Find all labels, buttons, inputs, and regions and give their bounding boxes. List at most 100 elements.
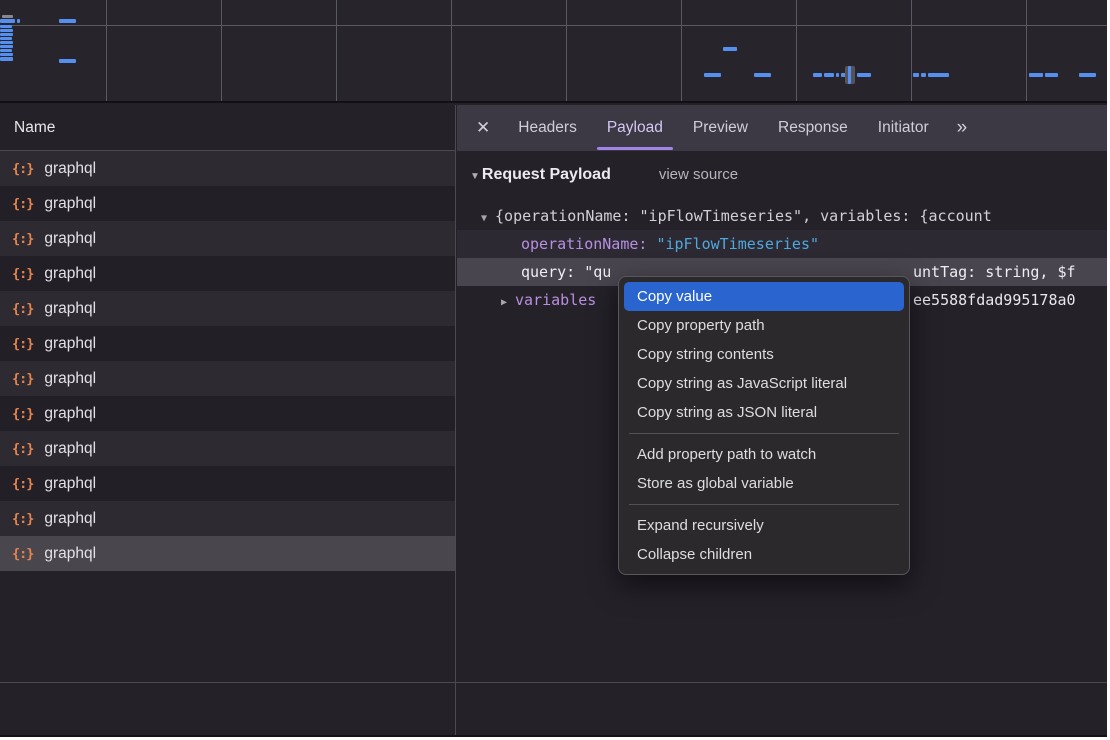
overview-request-bar — [928, 73, 949, 77]
request-row[interactable]: {:} graphql — [0, 326, 455, 361]
context-menu-item-copy-value[interactable]: Copy value — [624, 282, 904, 311]
request-name: graphql — [44, 405, 96, 423]
request-row[interactable]: {:}graphql — [0, 361, 455, 396]
json-braces-icon: {:} — [12, 161, 33, 177]
context-menu: Copy valueCopy property pathCopy string … — [618, 276, 910, 575]
json-braces-icon: {:} — [12, 476, 33, 492]
overview-request-bar — [1079, 73, 1096, 77]
overview-request-bar — [1045, 73, 1058, 77]
variables-right-fragment: ee5588fdad995178a0 — [913, 286, 1076, 314]
tab-payload[interactable]: Payload — [597, 107, 673, 150]
overview-request-bar — [17, 19, 20, 23]
json-braces-icon: {:} — [12, 336, 33, 352]
context-menu-item-collapse-children[interactable]: Collapse children — [624, 540, 904, 569]
request-payload-title: Request Payload — [482, 166, 611, 184]
overview-request-bar — [0, 33, 13, 36]
name-column-label: Name — [14, 119, 55, 137]
json-braces-icon: {:} — [12, 406, 33, 422]
request-row[interactable]: {:} graphql — [0, 466, 455, 501]
view-source-link[interactable]: view source — [659, 166, 738, 183]
request-name: graphql — [44, 510, 96, 528]
close-pane-button[interactable]: ✕ — [468, 118, 498, 138]
json-braces-icon: {:} — [12, 546, 33, 562]
context-menu-item-copy-property-path[interactable]: Copy property path — [624, 311, 904, 340]
property-key: operationName: — [521, 235, 647, 253]
overview-request-bar — [921, 73, 926, 77]
network-overview-timeline[interactable] — [0, 0, 1107, 103]
request-name: graphql — [44, 230, 96, 248]
json-braces-icon: {:} — [12, 301, 33, 317]
overview-request-bar — [0, 53, 13, 56]
overview-request-bar — [0, 37, 12, 40]
tab-preview[interactable]: Preview — [683, 107, 758, 150]
request-row[interactable]: {:} graphql — [0, 536, 455, 571]
json-braces-icon: {:} — [12, 231, 33, 247]
query-right-fragment: untTag: string, $f — [913, 258, 1076, 286]
request-row[interactable]: {:}graphql — [0, 431, 455, 466]
request-row[interactable]: {:} graphql — [0, 291, 455, 326]
context-menu-item-expand-recursively[interactable]: Expand recursively — [624, 511, 904, 540]
context-menu-item-copy-string-as-json-literal[interactable]: Copy string as JSON literal — [624, 398, 904, 427]
request-row[interactable]: {:} graphql — [0, 221, 455, 256]
tab-initiator[interactable]: Initiator — [868, 107, 939, 150]
collapse-triangle-icon[interactable]: ▼ — [481, 213, 487, 224]
request-row[interactable]: {:}graphql — [0, 151, 455, 186]
request-name: graphql — [44, 370, 96, 388]
overview-request-bar — [0, 57, 13, 61]
request-payload-header: ▼ Request Payload view source — [457, 166, 1107, 193]
overview-gridline — [336, 0, 337, 101]
overview-gridline — [681, 0, 682, 101]
overview-gridline — [796, 0, 797, 101]
overview-gray-bar — [2, 15, 13, 18]
property-key: variables — [515, 291, 596, 309]
request-name: graphql — [44, 195, 96, 213]
request-name: graphql — [44, 300, 96, 318]
overview-request-bar — [824, 73, 834, 77]
overview-request-bar — [0, 49, 12, 52]
request-name: graphql — [44, 265, 96, 283]
request-row[interactable]: {:}graphql — [0, 501, 455, 536]
json-braces-icon: {:} — [12, 441, 33, 457]
request-name: graphql — [44, 335, 96, 353]
context-menu-item-add-property-path-to-watch[interactable]: Add property path to watch — [624, 440, 904, 469]
overview-request-bar — [1029, 73, 1043, 77]
overview-request-bar — [0, 45, 13, 48]
request-row[interactable]: {:} graphql — [0, 256, 455, 291]
json-braces-icon: {:} — [12, 266, 33, 282]
overview-gridline — [0, 25, 1107, 26]
context-menu-item-store-as-global-variable[interactable]: Store as global variable — [624, 469, 904, 498]
overview-request-bar — [704, 73, 721, 77]
payload-preview-text: {operationName: "ipFlowTimeseries", vari… — [495, 207, 992, 225]
context-menu-item-copy-string-contents[interactable]: Copy string contents — [624, 340, 904, 369]
overview-request-bar — [857, 73, 871, 77]
expand-triangle-icon[interactable]: ▶ — [501, 297, 507, 308]
overview-request-bar — [0, 29, 13, 32]
more-tabs-button[interactable]: » — [949, 117, 974, 139]
overview-request-bar — [813, 73, 822, 77]
request-row[interactable]: {:} graphql — [0, 396, 455, 431]
payload-row-operation-name[interactable]: operationName: "ipFlowTimeseries" — [457, 230, 1107, 258]
context-menu-separator — [629, 504, 899, 505]
overview-gridline — [1026, 0, 1027, 101]
query-left-fragment: query: "qu — [521, 263, 611, 281]
payload-preview-row[interactable]: ▼ {operationName: "ipFlowTimeseries", var… — [457, 202, 1107, 230]
overview-request-bar — [754, 73, 771, 77]
overview-hover-marker — [848, 66, 851, 84]
overview-request-bar — [59, 59, 76, 63]
overview-request-bar — [913, 73, 919, 77]
request-name: graphql — [44, 545, 96, 563]
overview-request-bar — [0, 19, 15, 23]
request-row[interactable]: {:}graphql — [0, 186, 455, 221]
panel-bottom-divider — [0, 682, 1107, 683]
property-value: "ipFlowTimeseries" — [656, 235, 819, 253]
tab-response[interactable]: Response — [768, 107, 858, 150]
overview-gridline — [221, 0, 222, 101]
context-menu-separator — [629, 433, 899, 434]
name-column-header[interactable]: Name — [0, 105, 455, 151]
collapse-triangle-icon[interactable]: ▼ — [470, 171, 480, 182]
context-menu-item-copy-string-as-javascript-literal[interactable]: Copy string as JavaScript literal — [624, 369, 904, 398]
tab-headers[interactable]: Headers — [508, 107, 587, 150]
overview-request-bar — [0, 25, 12, 28]
request-list: {:} graphql {:} graphql {:} graphql {:} graphql… — [0, 151, 455, 571]
request-name: graphql — [44, 475, 96, 493]
